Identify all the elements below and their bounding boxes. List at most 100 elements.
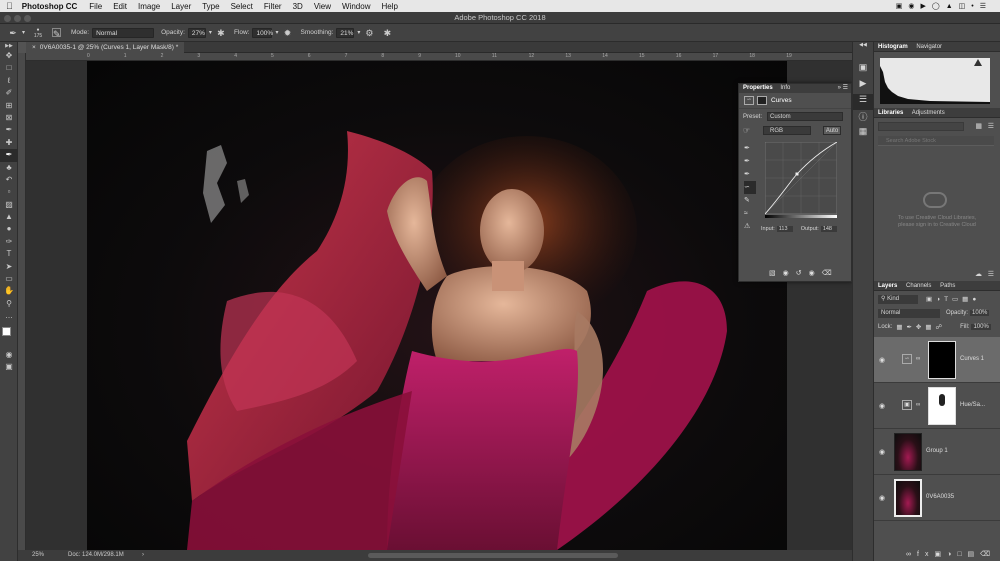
minimize-window-button[interactable]: [14, 14, 21, 22]
properties-icon[interactable]: ☰: [853, 94, 873, 110]
airbrush-icon[interactable]: ✹: [282, 28, 292, 38]
menu-edit[interactable]: Edit: [113, 2, 127, 11]
tab-properties[interactable]: Properties: [739, 85, 777, 91]
stock-search-input[interactable]: Search Adobe Stock: [878, 136, 994, 146]
info-icon[interactable]: ⓘ: [853, 110, 873, 126]
crop-tool-icon[interactable]: ⊞: [0, 100, 18, 112]
history-brush-tool-icon[interactable]: ↶: [0, 174, 18, 186]
ruler-left[interactable]: [18, 53, 26, 550]
layer-kind-select[interactable]: ⚲ Kind: [878, 294, 918, 304]
screen-mode-icon[interactable]: ▣: [0, 361, 18, 373]
foreground-color-swatch[interactable]: [2, 326, 11, 336]
actions-play-icon[interactable]: ▶: [853, 78, 873, 94]
menu-image[interactable]: Image: [138, 2, 160, 11]
clip-to-layer-icon[interactable]: ▧: [769, 270, 783, 277]
default-colors-icon[interactable]: [0, 323, 17, 349]
library-select[interactable]: [878, 122, 964, 131]
link-layers-icon[interactable]: ∞: [906, 551, 917, 558]
pressure-size-icon[interactable]: ✱: [382, 28, 392, 38]
visibility-icon[interactable]: ◉: [809, 270, 822, 277]
new-layer-icon[interactable]: ▤: [968, 551, 981, 558]
tab-layers[interactable]: Layers: [878, 283, 897, 289]
mode-select[interactable]: Normal: [92, 27, 155, 38]
black-point-eyedropper-icon[interactable]: ✒: [744, 142, 756, 155]
menu-help[interactable]: Help: [381, 2, 397, 11]
trash-icon[interactable]: ⌫: [822, 270, 839, 277]
brush-tool-icon[interactable]: ✒: [8, 28, 18, 38]
zoom-window-button[interactable]: [24, 14, 31, 22]
shape-tool-icon[interactable]: ▭: [0, 273, 18, 285]
fill-field[interactable]: 100%: [971, 324, 991, 330]
curve-point-icon[interactable]: ∽: [744, 181, 756, 194]
preset-select[interactable]: Custom: [767, 112, 843, 121]
chevron-down-icon[interactable]: ▾: [357, 29, 360, 36]
lasso-tool-icon[interactable]: ℓ: [0, 75, 18, 87]
view-previous-icon[interactable]: ◉: [783, 270, 796, 277]
tab-histogram[interactable]: Histogram: [878, 44, 908, 50]
brush-settings-icon[interactable]: ✎: [52, 28, 61, 39]
layer-name[interactable]: 0V6A0035: [926, 494, 954, 500]
gradient-tool-icon[interactable]: ▨: [0, 199, 18, 211]
opacity-field[interactable]: 27%: [187, 27, 206, 38]
zoom-tool-icon[interactable]: ⚲: [0, 298, 18, 310]
apple-icon[interactable]: : [6, 1, 13, 11]
pressure-opacity-icon[interactable]: ✱: [216, 28, 226, 38]
channel-select[interactable]: RGB: [763, 125, 811, 135]
layer-mask-icon[interactable]: [757, 96, 767, 105]
healing-tool-icon[interactable]: ✚: [0, 137, 18, 149]
layer-thumbnail[interactable]: [894, 479, 922, 517]
eraser-tool-icon[interactable]: ▫: [0, 186, 18, 198]
white-point-eyedropper-icon[interactable]: ✒: [744, 168, 756, 181]
layer-row[interactable]: ◉ Group 1: [874, 429, 1000, 475]
blend-mode-select[interactable]: Normal: [878, 308, 940, 318]
layer-row[interactable]: ◉ ∽ ∞ Curves 1: [874, 337, 1000, 383]
menu-select[interactable]: Select: [231, 2, 253, 11]
smooth-icon[interactable]: ≈: [744, 207, 756, 220]
tab-adjustments[interactable]: Adjustments: [912, 110, 945, 116]
layer-thumbnail[interactable]: [894, 433, 922, 471]
fx-icon[interactable]: fx: [917, 551, 934, 558]
more-tools-icon[interactable]: …: [0, 310, 18, 322]
list-view-icon[interactable]: ☰: [988, 122, 994, 130]
close-icon[interactable]: ×: [32, 44, 36, 51]
curves-graph[interactable]: [765, 142, 837, 218]
chain-link-icon[interactable]: ∞: [916, 356, 920, 362]
document-image[interactable]: [87, 61, 787, 550]
status-icons[interactable]: ▣◉▶◯▲◫•☰: [896, 2, 992, 10]
chevron-down-icon[interactable]: ▾: [275, 29, 278, 36]
dock-collapse-icon[interactable]: ◀◀: [853, 42, 873, 50]
layer-comps-icon[interactable]: ▦: [853, 126, 873, 142]
gray-point-eyedropper-icon[interactable]: ✒: [744, 155, 756, 168]
menu-layer[interactable]: Layer: [171, 2, 191, 11]
eyedropper-tool-icon[interactable]: ✒: [0, 124, 18, 136]
tab-navigator[interactable]: Navigator: [916, 44, 942, 50]
layer-mask-thumbnail[interactable]: [928, 387, 956, 425]
layer-row[interactable]: ◉ ▣ ∞ Hue/Sa...: [874, 383, 1000, 429]
document-tab[interactable]: × 0V6A0035-1 @ 25% (Curves 1, Layer Mask/…: [26, 42, 185, 53]
visibility-eye-icon[interactable]: ◉: [879, 356, 885, 364]
menu-file[interactable]: File: [89, 2, 102, 11]
layer-name[interactable]: Curves 1: [960, 356, 984, 362]
zoom-level[interactable]: 25%: [32, 550, 44, 561]
layer-row[interactable]: ◉ 0V6A0035: [874, 475, 1000, 521]
adjustment-layer-icon[interactable]: ◑: [947, 551, 957, 558]
chain-link-icon[interactable]: ∞: [916, 402, 920, 408]
pencil-icon[interactable]: ✎: [744, 194, 756, 207]
menu-3d[interactable]: 3D: [293, 2, 303, 11]
libraries-more-icon[interactable]: ☰: [988, 270, 994, 278]
history-icon[interactable]: ▣: [853, 62, 873, 78]
brush-tool-icon[interactable]: ✒: [0, 149, 18, 162]
hand-tool-icon[interactable]: ✋: [0, 285, 18, 297]
smoothing-field[interactable]: 21%: [336, 27, 355, 38]
frame-tool-icon[interactable]: ⊠: [0, 112, 18, 124]
output-field[interactable]: 148: [820, 226, 837, 232]
layer-opacity-field[interactable]: 100%: [970, 310, 990, 316]
blur-tool-icon[interactable]: ▲: [0, 211, 18, 223]
stamp-tool-icon[interactable]: ♣: [0, 162, 18, 174]
chevron-down-icon[interactable]: ▾: [209, 29, 212, 36]
panel-menu-icon[interactable]: » ☰: [838, 84, 848, 93]
marquee-tool-icon[interactable]: □: [0, 62, 18, 74]
flow-field[interactable]: 100%: [252, 27, 273, 38]
target-adjust-icon[interactable]: ☞: [743, 126, 757, 135]
tab-paths[interactable]: Paths: [940, 283, 955, 289]
